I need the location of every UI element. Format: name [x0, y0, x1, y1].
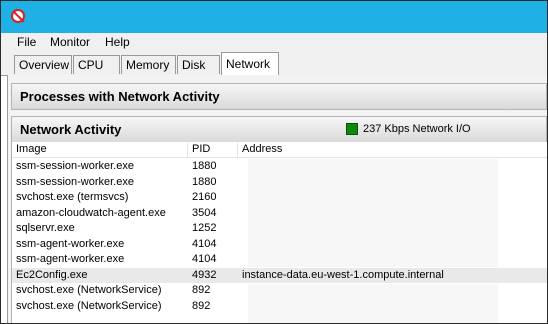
cell-image: svchost.exe (termsvcs) — [16, 191, 129, 203]
cell-pid: 892 — [192, 284, 211, 296]
column-header-address[interactable]: Address — [238, 143, 547, 157]
app-icon[interactable] — [11, 9, 25, 23]
processes-section-header[interactable]: Processes with Network Activity — [11, 83, 547, 110]
table-row[interactable]: Ec2Config.exe 4932 instance-data.eu-west… — [12, 267, 547, 283]
cell-pid: 4932 — [192, 268, 217, 281]
cell-pid: 892 — [192, 299, 211, 312]
cell-image: Ec2Config.exe — [16, 268, 88, 281]
cell-image: sqlservr.exe — [16, 222, 75, 234]
table-row[interactable]: ssm-session-worker.exe 1880 — [12, 175, 547, 191]
column-header-image[interactable]: Image — [12, 143, 188, 157]
cell-pid: 1880 — [192, 160, 217, 172]
table-row[interactable]: amazon-cloudwatch-agent.exe 3504 — [12, 206, 547, 222]
menu-monitor[interactable]: Monitor — [50, 35, 90, 49]
menu-file[interactable]: File — [17, 35, 36, 49]
title-bar[interactable] — [1, 1, 547, 33]
cell-pid: 4104 — [192, 253, 217, 265]
cell-pid: 3504 — [192, 206, 217, 219]
cell-address: instance-data.eu-west-1.compute.internal — [242, 268, 444, 281]
cell-image: svchost.exe (NetworkService) — [16, 299, 162, 312]
cell-image: ssm-session-worker.exe — [16, 175, 134, 188]
table-row[interactable]: ssm-agent-worker.exe 4104 — [12, 237, 547, 253]
cell-pid: 2160 — [192, 191, 217, 203]
network-io-text: 237 Kbps Network I/O — [363, 123, 471, 135]
menu-bar: File Monitor Help — [1, 33, 547, 51]
table-row[interactable]: svchost.exe (NetworkService) 892 — [12, 283, 547, 299]
network-activity-table: Image PID Address ssm-session-worker.exe… — [11, 142, 547, 323]
cell-image: ssm-agent-worker.exe — [16, 237, 125, 250]
cell-image: ssm-agent-worker.exe — [16, 253, 125, 265]
cell-image: ssm-session-worker.exe — [16, 160, 134, 172]
table-row[interactable]: ssm-session-worker.exe 1880 — [12, 159, 547, 175]
network-activity-section-header[interactable]: Network Activity 237 Kbps Network I/O — [11, 116, 547, 143]
tab-network[interactable]: Network — [221, 52, 279, 76]
cell-image: amazon-cloudwatch-agent.exe — [16, 206, 166, 219]
table-row[interactable]: sqlservr.exe 1252 — [12, 221, 547, 237]
tab-cpu[interactable]: CPU — [73, 55, 120, 74]
menu-help[interactable]: Help — [105, 35, 130, 49]
tab-strip: Overview CPU Memory Disk Network — [1, 51, 547, 76]
cell-image: svchost.exe (NetworkService) — [16, 284, 162, 296]
tab-overview[interactable]: Overview — [14, 55, 72, 74]
processes-section-title: Processes with Network Activity — [20, 89, 220, 104]
table-header: Image PID Address — [12, 142, 547, 158]
table-row[interactable]: ssm-agent-worker.exe 4104 — [12, 252, 547, 268]
resource-monitor-window: File Monitor Help Overview CPU Memory Di… — [0, 0, 548, 324]
table-row[interactable]: svchost.exe (termsvcs) 2160 — [12, 190, 547, 206]
tab-memory[interactable]: Memory — [121, 55, 176, 74]
cell-pid: 1252 — [192, 222, 217, 234]
cell-pid: 1880 — [192, 175, 217, 188]
cell-pid: 4104 — [192, 237, 217, 250]
table-row[interactable]: svchost.exe (NetworkService) 892 — [12, 299, 547, 315]
tab-disk[interactable]: Disk — [177, 55, 220, 74]
network-panel: Processes with Network Activity Network … — [7, 75, 547, 323]
network-activity-title: Network Activity — [20, 122, 122, 137]
column-header-pid[interactable]: PID — [188, 143, 238, 157]
network-io-indicator-icon — [346, 123, 358, 135]
